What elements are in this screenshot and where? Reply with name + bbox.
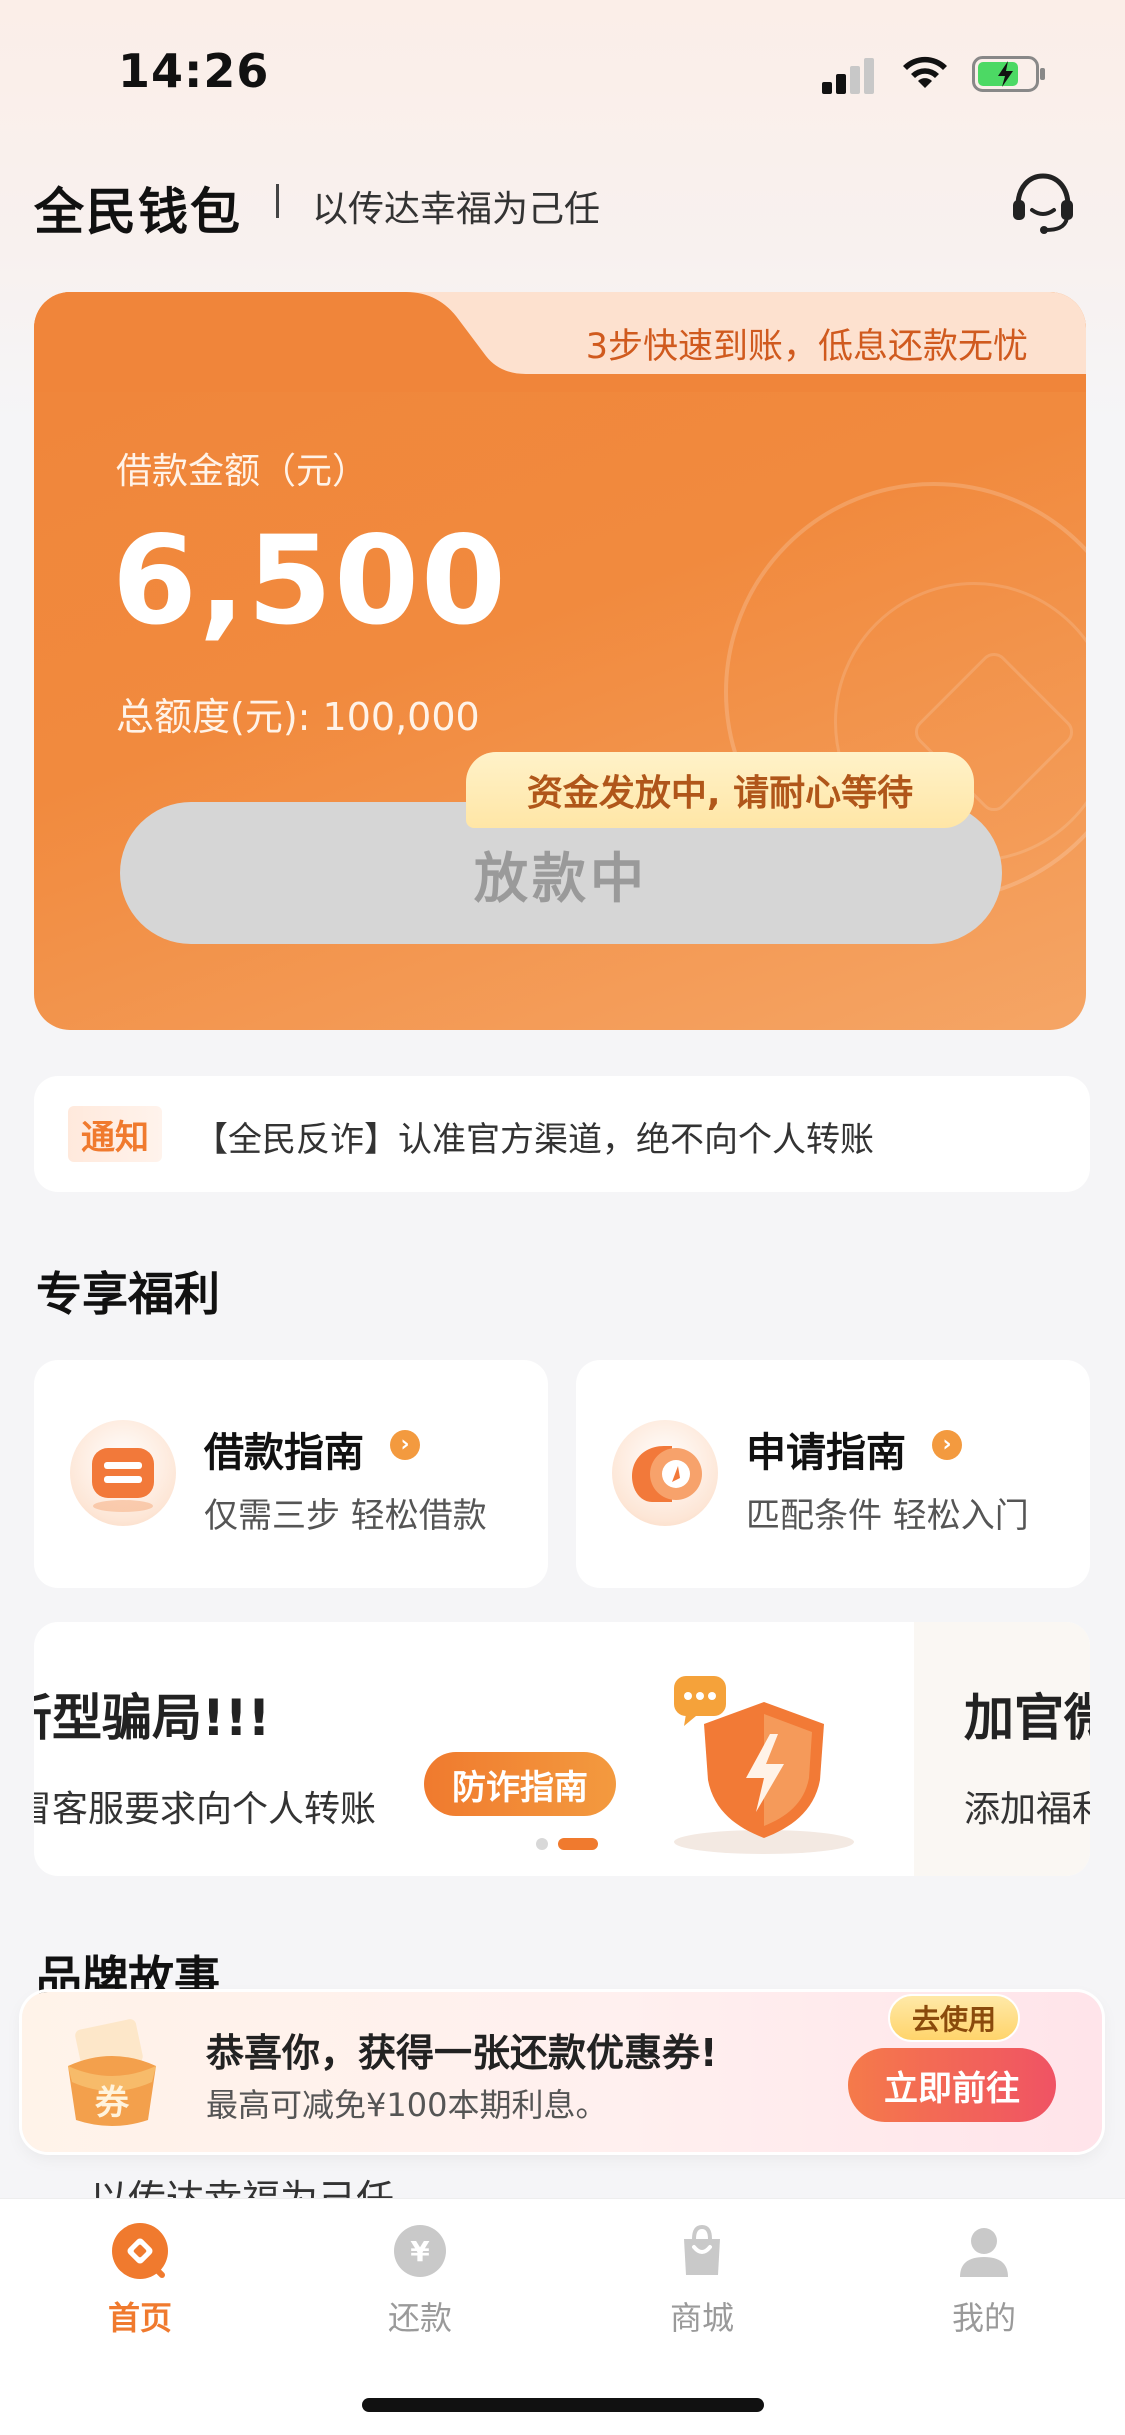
status-tooltip: 资金发放中, 请耐心等待: [466, 752, 974, 828]
chevron-right-icon: ›: [932, 1430, 962, 1460]
next-slide-subtitle: 添加福利: [964, 1789, 1090, 1830]
apply-guide-icon: [612, 1420, 718, 1526]
total-limit: 总额度(元): 100,000: [116, 695, 480, 739]
notice-bar[interactable]: 通知 【全民反诈】认准官方渠道，绝不向个人转账: [34, 1076, 1090, 1192]
card-tab-text: 3步快速到账，低息还款无忧: [585, 327, 1028, 367]
apply-guide-card[interactable]: 申请指南 › 匹配条件 轻松入门: [576, 1360, 1090, 1588]
notice-text: 【全民反诈】认准官方渠道，绝不向个人转账: [194, 1120, 874, 1160]
go-now-button[interactable]: 立即前往: [848, 2048, 1056, 2122]
banner-subtitle: 冒客服要求向个人转账: [34, 1789, 377, 1830]
tab-mall[interactable]: 商城: [602, 2221, 802, 2339]
tab-label: 还款: [387, 2299, 452, 2337]
coupon-icon-text: 券: [95, 2083, 130, 2123]
shield-icon: [674, 1676, 854, 1854]
chevron-right-icon: ›: [390, 1430, 420, 1460]
carousel-dot: [536, 1838, 548, 1850]
home-indicator: [362, 2398, 764, 2412]
mall-icon: [684, 2224, 720, 2275]
carousel-dot-active: [558, 1838, 598, 1850]
benefit-subtitle: 仅需三步 轻松借款: [204, 1496, 487, 1536]
loan-card: 3步快速到账，低息还款无忧 借款金额（元） 6,500 总额度(元): 100,…: [34, 292, 1086, 1030]
loan-guide-icon: [70, 1420, 176, 1526]
status-time: 14:26: [118, 44, 270, 98]
benefits-title: 专享福利: [36, 1267, 220, 1321]
carousel-indicator: [536, 1838, 598, 1850]
tab-label: 我的: [951, 2299, 1016, 2337]
header-slogan: 以传达幸福为己任: [312, 189, 601, 230]
wifi-icon: [903, 56, 947, 88]
benefit-subtitle: 匹配条件 轻松入门: [746, 1496, 1029, 1536]
tab-home[interactable]: 首页: [40, 2221, 240, 2339]
cellular-signal-icon: [822, 58, 878, 94]
loan-guide-card[interactable]: 借款指南 › 仅需三步 轻松借款: [34, 1360, 548, 1588]
customer-service-icon[interactable]: [1008, 170, 1078, 236]
tab-label: 商城: [669, 2299, 734, 2337]
coupon-title: 恭喜你，获得一张还款优惠券!: [206, 2031, 718, 2075]
tab-repay[interactable]: ¥ 还款: [320, 2221, 520, 2339]
svg-text:¥: ¥: [410, 2235, 430, 2268]
notice-tag: 通知: [68, 1106, 162, 1162]
benefit-title: 借款指南: [204, 1430, 364, 1476]
use-badge: 去使用: [888, 1994, 1020, 2042]
battery-icon: [972, 56, 1045, 92]
header-divider: [276, 184, 279, 218]
app-brand: 全民钱包: [34, 183, 242, 241]
tab-profile[interactable]: 我的: [884, 2221, 1084, 2339]
tab-label: 首页: [107, 2299, 172, 2337]
benefit-title: 申请指南: [746, 1430, 906, 1476]
anti-fraud-guide-button[interactable]: 防诈指南: [424, 1752, 616, 1816]
coupon-subtitle: 最高可减免¥100本期利息。: [206, 2086, 608, 2124]
repay-icon: ¥: [394, 2225, 446, 2277]
next-slide-title: 加官微: [964, 1689, 1090, 1747]
loan-amount: 6,500: [112, 510, 508, 652]
banner-title: 新型骗局!!!: [34, 1689, 271, 1747]
profile-icon: [960, 2228, 1008, 2277]
promo-banner-carousel[interactable]: 新型骗局!!! 冒客服要求向个人转账 防诈指南 加官微 添加福利: [34, 1622, 1090, 1876]
coupon-icon: 券: [68, 2019, 156, 2126]
coupon-popup[interactable]: 券 恭喜你，获得一张还款优惠券! 最高可减免¥100本期利息。 立即前往 去使用: [22, 1992, 1102, 2152]
home-icon: [112, 2223, 168, 2279]
loan-amount-label: 借款金额（元）: [116, 451, 369, 492]
